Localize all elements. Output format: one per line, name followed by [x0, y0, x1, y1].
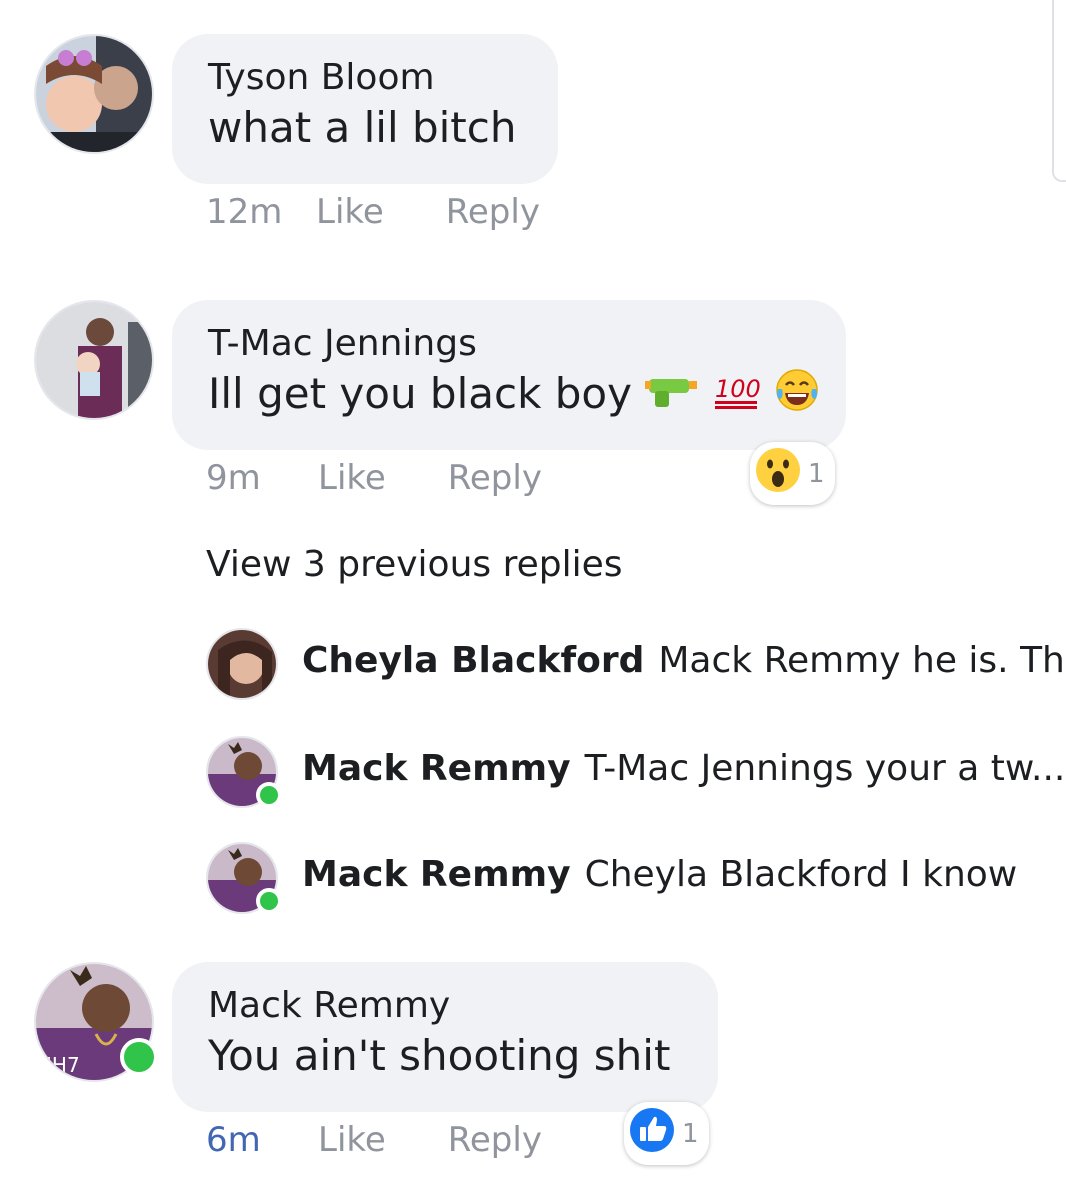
comment-author[interactable]: Tyson Bloom: [208, 56, 522, 100]
like-button[interactable]: Like: [318, 458, 386, 498]
hundred-points-emoji: 100: [713, 369, 761, 425]
comment-bubble: T-Mac Jennings Ill get you black boy 100: [172, 300, 846, 450]
reply-text: T-Mac Jennings your a tw...: [584, 748, 1066, 789]
comment-time[interactable]: 12m: [206, 192, 316, 232]
like-reaction-icon: [628, 1106, 676, 1161]
avatar[interactable]: [206, 628, 278, 700]
tears-of-joy-emoji: [774, 367, 820, 427]
reply-button[interactable]: Reply: [446, 192, 540, 232]
comment-bubble: Tyson Bloom what a lil bitch: [172, 34, 558, 184]
svg-text:IH7: IH7: [46, 1053, 80, 1077]
online-status-dot: [120, 1038, 158, 1076]
reaction-summary[interactable]: 1: [750, 442, 835, 505]
reply-author[interactable]: Mack Remmy: [302, 854, 571, 895]
like-button[interactable]: Like: [316, 192, 384, 232]
reply-author[interactable]: Mack Remmy: [302, 748, 571, 789]
reply-content: Mack Remmy T-Mac Jennings your a tw...: [302, 748, 1065, 789]
avatar[interactable]: [34, 34, 154, 154]
comment-author[interactable]: Mack Remmy: [208, 984, 682, 1028]
reply-button[interactable]: Reply: [448, 458, 542, 498]
water-gun-emoji: [645, 369, 699, 425]
view-previous-replies-link[interactable]: View 3 previous replies: [206, 544, 623, 585]
comment-actions: 12m Like Reply: [206, 192, 602, 232]
online-status-dot: [256, 782, 282, 808]
comment-text: You ain't shooting shit: [208, 1031, 671, 1080]
like-button[interactable]: Like: [318, 1120, 386, 1160]
reaction-count: 1: [808, 458, 825, 489]
comment-time[interactable]: 9m: [206, 458, 318, 498]
comment-text-row: Ill get you black boy 100: [208, 366, 818, 427]
reply-button[interactable]: Reply: [448, 1120, 542, 1160]
svg-text:100: 100: [715, 375, 761, 403]
avatar[interactable]: [34, 300, 154, 420]
comment-bubble: Mack Remmy You ain't shooting shit: [172, 962, 718, 1112]
reply-content: Mack Remmy Cheyla Blackford I know: [302, 854, 1017, 895]
reply-text: Cheyla Blackford I know: [584, 854, 1018, 895]
comment-text: Ill get you black boy: [208, 369, 632, 418]
comment-actions: 6m Like Reply: [206, 1120, 604, 1160]
online-status-dot: [256, 888, 282, 914]
scrollbar-edge: [1052, 0, 1066, 182]
reaction-summary[interactable]: 1: [624, 1102, 709, 1165]
reply-text: Mack Remmy he is. Th...: [658, 640, 1066, 681]
comment-actions: 9m Like Reply: [206, 458, 604, 498]
reply-author[interactable]: Cheyla Blackford: [302, 640, 644, 681]
wow-reaction-icon: [754, 446, 802, 501]
comment-author[interactable]: T-Mac Jennings: [208, 322, 810, 366]
comment-text: what a lil bitch: [208, 103, 517, 152]
reaction-count: 1: [682, 1118, 699, 1149]
reply-content: Cheyla Blackford Mack Remmy he is. Th...: [302, 640, 1066, 681]
comment-time[interactable]: 6m: [206, 1120, 318, 1160]
